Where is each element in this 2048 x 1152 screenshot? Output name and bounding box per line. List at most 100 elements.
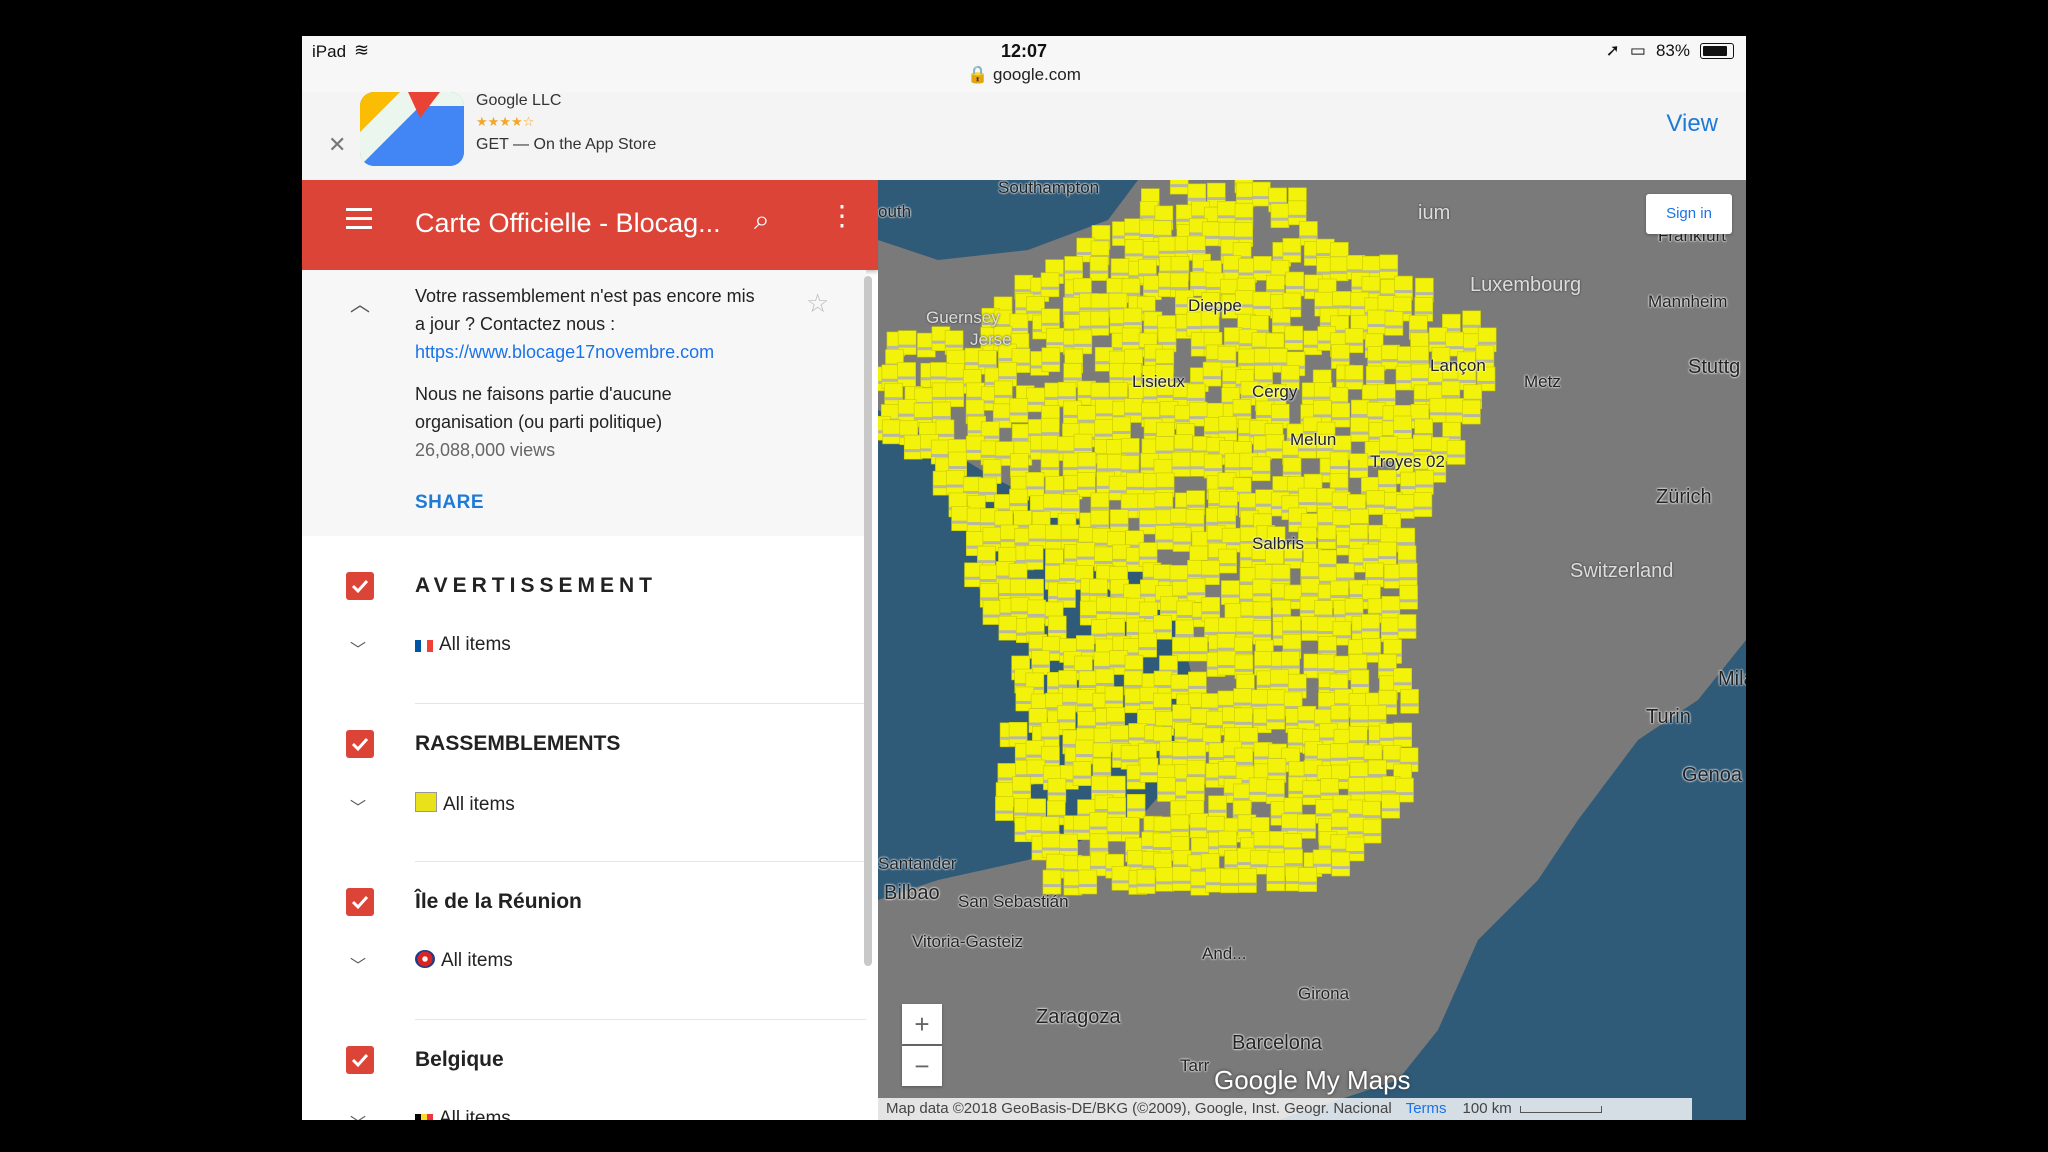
yellow-vest-marker[interactable] bbox=[1010, 453, 1029, 478]
yellow-vest-marker[interactable] bbox=[1252, 578, 1272, 604]
yellow-vest-marker[interactable] bbox=[1047, 778, 1067, 803]
yellow-vest-marker[interactable] bbox=[882, 419, 901, 445]
yellow-vest-marker[interactable] bbox=[1255, 489, 1274, 514]
star-icon[interactable]: ☆ bbox=[806, 288, 829, 319]
yellow-vest-marker[interactable] bbox=[1366, 490, 1385, 515]
yellow-vest-marker[interactable] bbox=[1462, 399, 1481, 425]
yellow-vest-marker[interactable] bbox=[1189, 636, 1208, 662]
yellow-vest-marker[interactable] bbox=[1171, 452, 1191, 477]
yellow-vest-marker[interactable] bbox=[1111, 866, 1131, 891]
yellow-vest-marker[interactable] bbox=[1381, 793, 1400, 819]
yellow-vest-marker[interactable] bbox=[1317, 524, 1337, 550]
yellow-vest-marker[interactable] bbox=[1350, 669, 1370, 695]
yellow-vest-marker[interactable] bbox=[1413, 492, 1433, 517]
yellow-vest-marker[interactable] bbox=[1350, 417, 1369, 442]
yellow-vest-marker[interactable] bbox=[1076, 689, 1096, 714]
yellow-vest-marker[interactable] bbox=[1365, 562, 1384, 588]
yellow-vest-marker[interactable] bbox=[1028, 524, 1047, 549]
yellow-vest-marker[interactable] bbox=[1072, 761, 1092, 786]
yellow-vest-marker[interactable] bbox=[1172, 866, 1192, 892]
expand-chevron-icon[interactable]: ﹀ bbox=[350, 636, 366, 660]
yellow-vest-marker[interactable] bbox=[1090, 311, 1110, 336]
yellow-vest-marker[interactable] bbox=[1220, 868, 1239, 894]
yellow-vest-marker[interactable] bbox=[1042, 869, 1062, 895]
yellow-vest-marker[interactable] bbox=[1446, 440, 1466, 465]
yellow-vest-marker[interactable] bbox=[1157, 777, 1176, 802]
view-button[interactable]: View bbox=[1666, 110, 1718, 138]
yellow-vest-marker[interactable] bbox=[995, 796, 1014, 821]
yellow-vest-marker[interactable] bbox=[1400, 689, 1419, 714]
yellow-vest-marker[interactable] bbox=[1218, 548, 1237, 574]
yellow-vest-marker[interactable] bbox=[1139, 757, 1159, 783]
map-view[interactable]: Southampton outh Guernsey Jerse ium Fran… bbox=[878, 180, 1746, 1120]
yellow-vest-marker[interactable] bbox=[1381, 344, 1401, 370]
yellow-vest-marker[interactable] bbox=[1012, 776, 1031, 802]
yellow-vest-marker[interactable] bbox=[1350, 705, 1369, 730]
yellow-vest-marker[interactable] bbox=[1394, 275, 1413, 301]
yellow-vest-marker[interactable] bbox=[1138, 632, 1157, 658]
yellow-vest-marker[interactable] bbox=[1379, 254, 1399, 280]
yellow-vest-marker[interactable] bbox=[1041, 347, 1061, 373]
yellow-vest-marker[interactable] bbox=[1462, 310, 1481, 336]
yellow-vest-marker[interactable] bbox=[1121, 327, 1141, 353]
yellow-vest-marker[interactable] bbox=[1285, 271, 1305, 297]
yellow-vest-marker[interactable] bbox=[1024, 545, 1044, 570]
yellow-vest-marker[interactable] bbox=[1064, 256, 1083, 281]
yellow-vest-marker[interactable] bbox=[1221, 580, 1240, 605]
yellow-vest-marker[interactable] bbox=[1237, 348, 1257, 374]
zoom-in-button[interactable]: + bbox=[902, 1004, 942, 1044]
yellow-vest-marker[interactable] bbox=[1399, 584, 1418, 610]
yellow-vest-marker[interactable] bbox=[982, 600, 1002, 625]
yellow-vest-marker[interactable] bbox=[998, 615, 1018, 641]
yellow-vest-marker[interactable] bbox=[1089, 256, 1109, 281]
yellow-vest-marker[interactable] bbox=[1362, 818, 1382, 844]
yellow-vest-marker[interactable] bbox=[1089, 812, 1108, 837]
hamburger-menu-icon[interactable] bbox=[346, 208, 372, 235]
yellow-vest-marker[interactable] bbox=[1248, 777, 1268, 803]
contact-link[interactable]: https://www.blocage17novembre.com bbox=[415, 338, 765, 366]
yellow-vest-marker[interactable] bbox=[1252, 291, 1272, 317]
yellow-vest-marker[interactable] bbox=[1284, 325, 1304, 351]
yellow-vest-marker[interactable] bbox=[1104, 686, 1124, 711]
yellow-vest-marker[interactable] bbox=[1136, 869, 1156, 894]
yellow-vest-marker[interactable] bbox=[1112, 416, 1131, 442]
yellow-vest-marker[interactable] bbox=[1218, 416, 1238, 441]
layer-checkbox[interactable] bbox=[346, 888, 374, 916]
yellow-vest-marker[interactable] bbox=[1297, 705, 1317, 731]
yellow-vest-marker[interactable] bbox=[1075, 739, 1094, 765]
panel-scrollbar[interactable] bbox=[864, 276, 872, 966]
terms-link[interactable]: Terms bbox=[1406, 1100, 1447, 1117]
yellow-vest-marker[interactable] bbox=[1155, 867, 1175, 892]
yellow-vest-marker[interactable] bbox=[1252, 181, 1271, 207]
address-bar[interactable]: 🔒 google.com bbox=[302, 65, 1746, 85]
yellow-vest-marker[interactable] bbox=[1126, 794, 1146, 819]
collapse-chevron-icon[interactable]: ︿ bbox=[350, 288, 370, 317]
yellow-vest-marker[interactable] bbox=[1126, 472, 1145, 498]
yellow-vest-marker[interactable] bbox=[1251, 456, 1271, 482]
yellow-vest-marker[interactable] bbox=[1361, 614, 1380, 639]
expand-chevron-icon[interactable]: ﹀ bbox=[350, 794, 366, 818]
yellow-vest-marker[interactable] bbox=[946, 470, 965, 495]
yellow-vest-marker[interactable] bbox=[1172, 527, 1192, 552]
yellow-vest-marker[interactable] bbox=[1266, 705, 1285, 730]
expand-chevron-icon[interactable]: ﹀ bbox=[350, 1110, 366, 1120]
yellow-vest-marker[interactable] bbox=[1031, 650, 1051, 675]
yellow-vest-marker[interactable] bbox=[1380, 617, 1400, 643]
yellow-vest-marker[interactable] bbox=[1344, 365, 1364, 390]
yellow-vest-marker[interactable] bbox=[1330, 743, 1349, 769]
yellow-vest-marker[interactable] bbox=[1202, 361, 1222, 387]
yellow-vest-marker[interactable] bbox=[1367, 309, 1387, 335]
yellow-vest-marker[interactable] bbox=[1170, 814, 1190, 840]
share-button[interactable]: SHARE bbox=[415, 492, 484, 514]
yellow-vest-marker[interactable] bbox=[897, 362, 916, 387]
more-options-icon[interactable]: ⋮ bbox=[828, 202, 856, 230]
layer-checkbox[interactable] bbox=[346, 572, 374, 600]
yellow-vest-marker[interactable] bbox=[1189, 813, 1209, 838]
yellow-vest-marker[interactable] bbox=[1188, 671, 1207, 697]
yellow-vest-marker[interactable] bbox=[1429, 397, 1449, 423]
yellow-vest-marker[interactable] bbox=[1009, 398, 1029, 423]
yellow-vest-marker[interactable] bbox=[1331, 851, 1351, 877]
layer-checkbox[interactable] bbox=[346, 730, 374, 758]
yellow-vest-marker[interactable] bbox=[903, 434, 923, 460]
yellow-vest-marker[interactable] bbox=[1298, 867, 1318, 892]
